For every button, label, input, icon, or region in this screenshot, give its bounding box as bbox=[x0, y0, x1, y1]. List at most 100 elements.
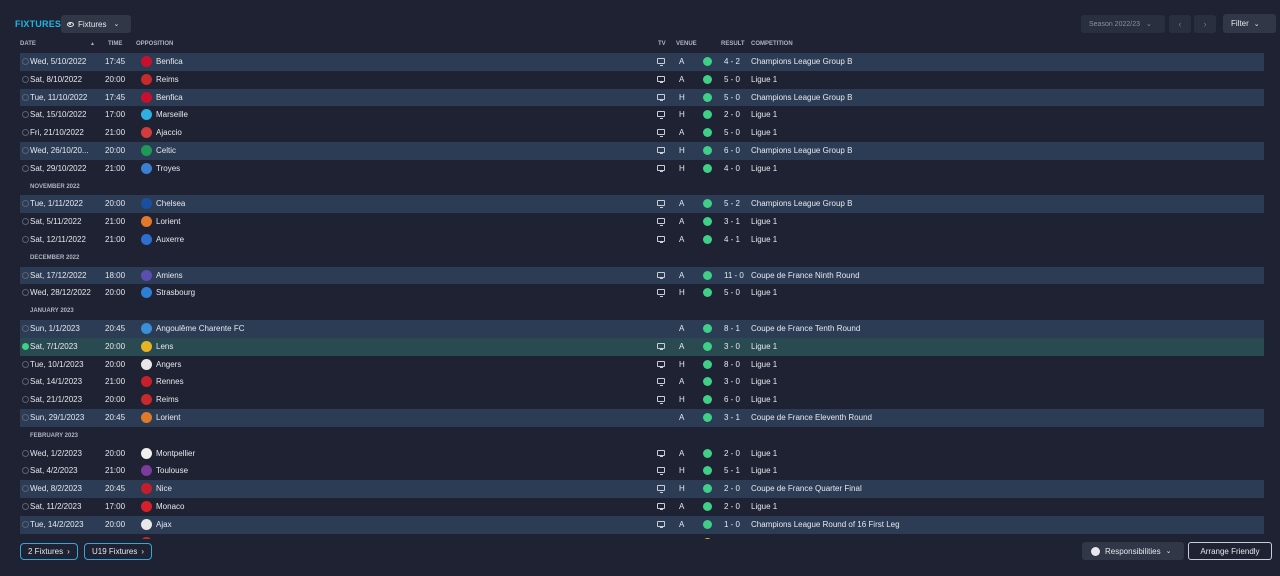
opponent-name[interactable]: Reims bbox=[156, 395, 179, 404]
fixture-row[interactable]: Sun, 29/1/2023 20:45 Lorient A 3 - 1 Coupe de… bbox=[20, 408, 1264, 427]
previous-button[interactable]: ‹ bbox=[1169, 15, 1191, 33]
fixture-row[interactable]: Sat, 15/10/2022 17:00 Marseille H 2 - 0 Ligue… bbox=[20, 106, 1264, 124]
fixture-result[interactable]: 3 - 1 bbox=[724, 217, 740, 226]
opponent-name[interactable]: Celtic bbox=[156, 146, 176, 155]
fixture-result[interactable]: 5 - 0 bbox=[724, 288, 740, 297]
fixture-competition[interactable]: Ligue 1 bbox=[751, 342, 777, 351]
opponent-name[interactable]: Monaco bbox=[156, 502, 184, 511]
fixture-competition[interactable]: Ligue 1 bbox=[751, 288, 777, 297]
fixture-result[interactable]: 5 - 2 bbox=[724, 199, 740, 208]
fixture-result[interactable]: 8 - 1 bbox=[724, 324, 740, 333]
fixture-result[interactable]: 4 - 2 bbox=[724, 57, 740, 66]
sort-asc-icon[interactable]: ▲ bbox=[90, 41, 95, 47]
opponent-name[interactable]: Marseille bbox=[156, 110, 188, 119]
fixture-result[interactable]: 2 - 0 bbox=[724, 502, 740, 511]
fixture-row[interactable]: Tue, 1/11/2022 20:00 Chelsea A 5 - 2 Champion… bbox=[20, 195, 1264, 214]
fixture-result[interactable]: 6 - 0 bbox=[724, 146, 740, 155]
view-selector-button[interactable]: Fixtures ⌄ bbox=[61, 15, 131, 33]
fixture-row[interactable]: Wed, 1/2/2023 20:00 Montpellier A 2 - 0 Ligue… bbox=[20, 445, 1264, 463]
opponent-name[interactable]: Amiens bbox=[156, 271, 183, 280]
fixture-row[interactable]: Sat, 29/10/2022 21:00 Troyes H 4 - 0 Ligue 1 bbox=[20, 160, 1264, 178]
col-venue[interactable]: VENUE bbox=[676, 41, 697, 47]
fixture-result[interactable]: 2 - 0 bbox=[724, 484, 740, 493]
fixture-result[interactable]: 5 - 1 bbox=[724, 466, 740, 475]
opponent-name[interactable]: Toulouse bbox=[156, 466, 188, 475]
fixture-row[interactable]: Sat, 4/2/2023 21:00 Toulouse H 5 - 1 Ligue 1 bbox=[20, 462, 1264, 480]
fixture-row[interactable]: Tue, 10/1/2023 20:00 Angers H 8 - 0 Ligue 1 bbox=[20, 356, 1264, 374]
opponent-name[interactable]: Auxerre bbox=[156, 235, 184, 244]
fixture-competition[interactable]: Champions League Group B bbox=[751, 93, 852, 102]
fixture-competition[interactable]: Ligue 1 bbox=[751, 377, 777, 386]
u19-fixtures-button[interactable]: U19 Fixtures › bbox=[84, 543, 153, 560]
col-tv[interactable]: TV bbox=[658, 41, 666, 47]
opponent-name[interactable]: Montpellier bbox=[156, 449, 195, 458]
fixture-competition[interactable]: Champions League Group B bbox=[751, 199, 852, 208]
col-time[interactable]: TIME bbox=[108, 41, 122, 47]
opponent-name[interactable]: Ajax bbox=[156, 520, 172, 529]
fixture-competition[interactable]: Coupe de France Quarter Final bbox=[751, 484, 862, 493]
fixture-result[interactable]: 4 - 0 bbox=[724, 164, 740, 173]
fixture-result[interactable]: 3 - 0 bbox=[724, 377, 740, 386]
fixture-competition[interactable]: Ligue 1 bbox=[751, 502, 777, 511]
fixture-competition[interactable]: Ligue 1 bbox=[751, 235, 777, 244]
fixture-competition[interactable]: Ligue 1 bbox=[751, 395, 777, 404]
fixture-competition[interactable]: Champions League Group B bbox=[751, 57, 852, 66]
fixture-competition[interactable]: Coupe de France Eleventh Round bbox=[751, 413, 872, 422]
fixture-result[interactable]: 4 - 1 bbox=[724, 235, 740, 244]
fixture-result[interactable]: 2 - 0 bbox=[724, 449, 740, 458]
col-opposition[interactable]: OPPOSITION bbox=[136, 41, 173, 47]
fixture-competition[interactable]: Ligue 1 bbox=[751, 128, 777, 137]
fixture-result[interactable]: 2 - 0 bbox=[724, 110, 740, 119]
opponent-name[interactable]: Chelsea bbox=[156, 199, 185, 208]
season-selector[interactable]: Season 2022/23 ⌄ bbox=[1081, 15, 1165, 33]
opponent-name[interactable]: Rennes bbox=[156, 377, 184, 386]
fixture-competition[interactable]: Ligue 1 bbox=[751, 164, 777, 173]
fixture-row[interactable]: Fri, 21/10/2022 21:00 Ajaccio A 5 - 0 Ligue 1 bbox=[20, 124, 1264, 142]
fixture-result[interactable]: 5 - 0 bbox=[724, 93, 740, 102]
fixture-row[interactable]: Sat, 17/12/2022 18:00 Amiens A 11 - 0 Coupe d… bbox=[20, 266, 1264, 285]
fixture-competition[interactable]: Ligue 1 bbox=[751, 75, 777, 84]
opponent-name[interactable]: Angoulême Charente FC bbox=[156, 324, 245, 333]
fixture-row[interactable]: Wed, 5/10/2022 17:45 Benfica A 4 - 2 Champion… bbox=[20, 53, 1264, 71]
fixture-list[interactable]: Wed, 5/10/2022 17:45 Benfica A 4 - 2 Champion… bbox=[20, 53, 1264, 539]
fixture-result[interactable]: 8 - 0 bbox=[724, 360, 740, 369]
fixture-row[interactable]: Sun, 1/1/2023 20:45 Angoulême Charente FC A… bbox=[20, 319, 1264, 338]
opponent-name[interactable]: Strasbourg bbox=[156, 288, 195, 297]
two-fixtures-button[interactable]: 2 Fixtures › bbox=[20, 543, 78, 560]
fixture-competition[interactable]: Ligue 1 bbox=[751, 360, 777, 369]
fixture-result[interactable]: 1 - 0 bbox=[724, 520, 740, 529]
fixture-result[interactable]: 3 - 1 bbox=[724, 413, 740, 422]
opponent-name[interactable]: Nice bbox=[156, 484, 172, 493]
fixture-row[interactable]: Sat, 7/1/2023 20:00 Lens A 3 - 0 Ligue 1 bbox=[20, 337, 1264, 356]
fixture-row[interactable]: Sat, 14/1/2023 21:00 Rennes A 3 - 0 Ligue 1 bbox=[20, 373, 1264, 391]
fixture-row[interactable]: Sat, 21/1/2023 20:00 Reims H 6 - 0 Ligue 1 bbox=[20, 391, 1264, 409]
opponent-name[interactable]: Lorient bbox=[156, 217, 180, 226]
opponent-name[interactable]: Benfica bbox=[156, 57, 183, 66]
fixture-result[interactable]: 11 - 0 bbox=[724, 271, 744, 280]
fixture-row[interactable]: Tue, 11/10/2022 17:45 Benfica H 5 - 0 Champio… bbox=[20, 88, 1264, 107]
opponent-name[interactable]: Lens bbox=[156, 342, 173, 351]
fixture-competition[interactable]: Ligue 1 bbox=[751, 466, 777, 475]
fixture-row[interactable]: Sat, 12/11/2022 21:00 Auxerre A 4 - 1 Ligue 1 bbox=[20, 231, 1264, 249]
fixture-result[interactable]: 5 - 0 bbox=[724, 75, 740, 84]
fixture-competition[interactable]: Coupe de France Ninth Round bbox=[751, 271, 860, 280]
opponent-name[interactable]: Angers bbox=[156, 360, 181, 369]
col-result[interactable]: RESULT bbox=[721, 41, 745, 47]
fixture-row[interactable]: Sat, 5/11/2022 21:00 Lorient A 3 - 1 Ligue 1 bbox=[20, 213, 1264, 231]
opponent-name[interactable]: Ajaccio bbox=[156, 128, 182, 137]
fixture-row[interactable]: Wed, 8/2/2023 20:45 Nice H 2 - 0 Coupe de Fra… bbox=[20, 480, 1264, 498]
fixture-row[interactable]: Sat, 8/10/2022 20:00 Reims A 5 - 0 Ligue 1 bbox=[20, 71, 1264, 89]
fixture-row[interactable]: Wed, 26/10/20... 20:00 Celtic H 6 - 0 Champio… bbox=[20, 141, 1264, 160]
arrange-friendly-button[interactable]: Arrange Friendly bbox=[1188, 542, 1272, 560]
fixture-row[interactable]: Tue, 14/2/2023 20:00 Ajax A 1 - 0 Champions L… bbox=[20, 515, 1264, 534]
fixture-result[interactable]: 6 - 0 bbox=[724, 395, 740, 404]
fixture-result[interactable]: 3 - 0 bbox=[724, 342, 740, 351]
fixture-row[interactable]: Wed, 28/12/2022 20:00 Strasbourg H 5 - 0 Ligu… bbox=[20, 284, 1264, 302]
fixture-competition[interactable]: Ligue 1 bbox=[751, 110, 777, 119]
fixture-competition[interactable]: Champions League Round of 16 First Leg bbox=[751, 520, 900, 529]
opponent-name[interactable]: Troyes bbox=[156, 164, 180, 173]
filter-button[interactable]: Filter ⌄ bbox=[1223, 14, 1276, 33]
col-date[interactable]: DATE bbox=[20, 41, 36, 47]
fixture-competition[interactable]: Champions League Group B bbox=[751, 146, 852, 155]
opponent-name[interactable]: Lorient bbox=[156, 413, 180, 422]
